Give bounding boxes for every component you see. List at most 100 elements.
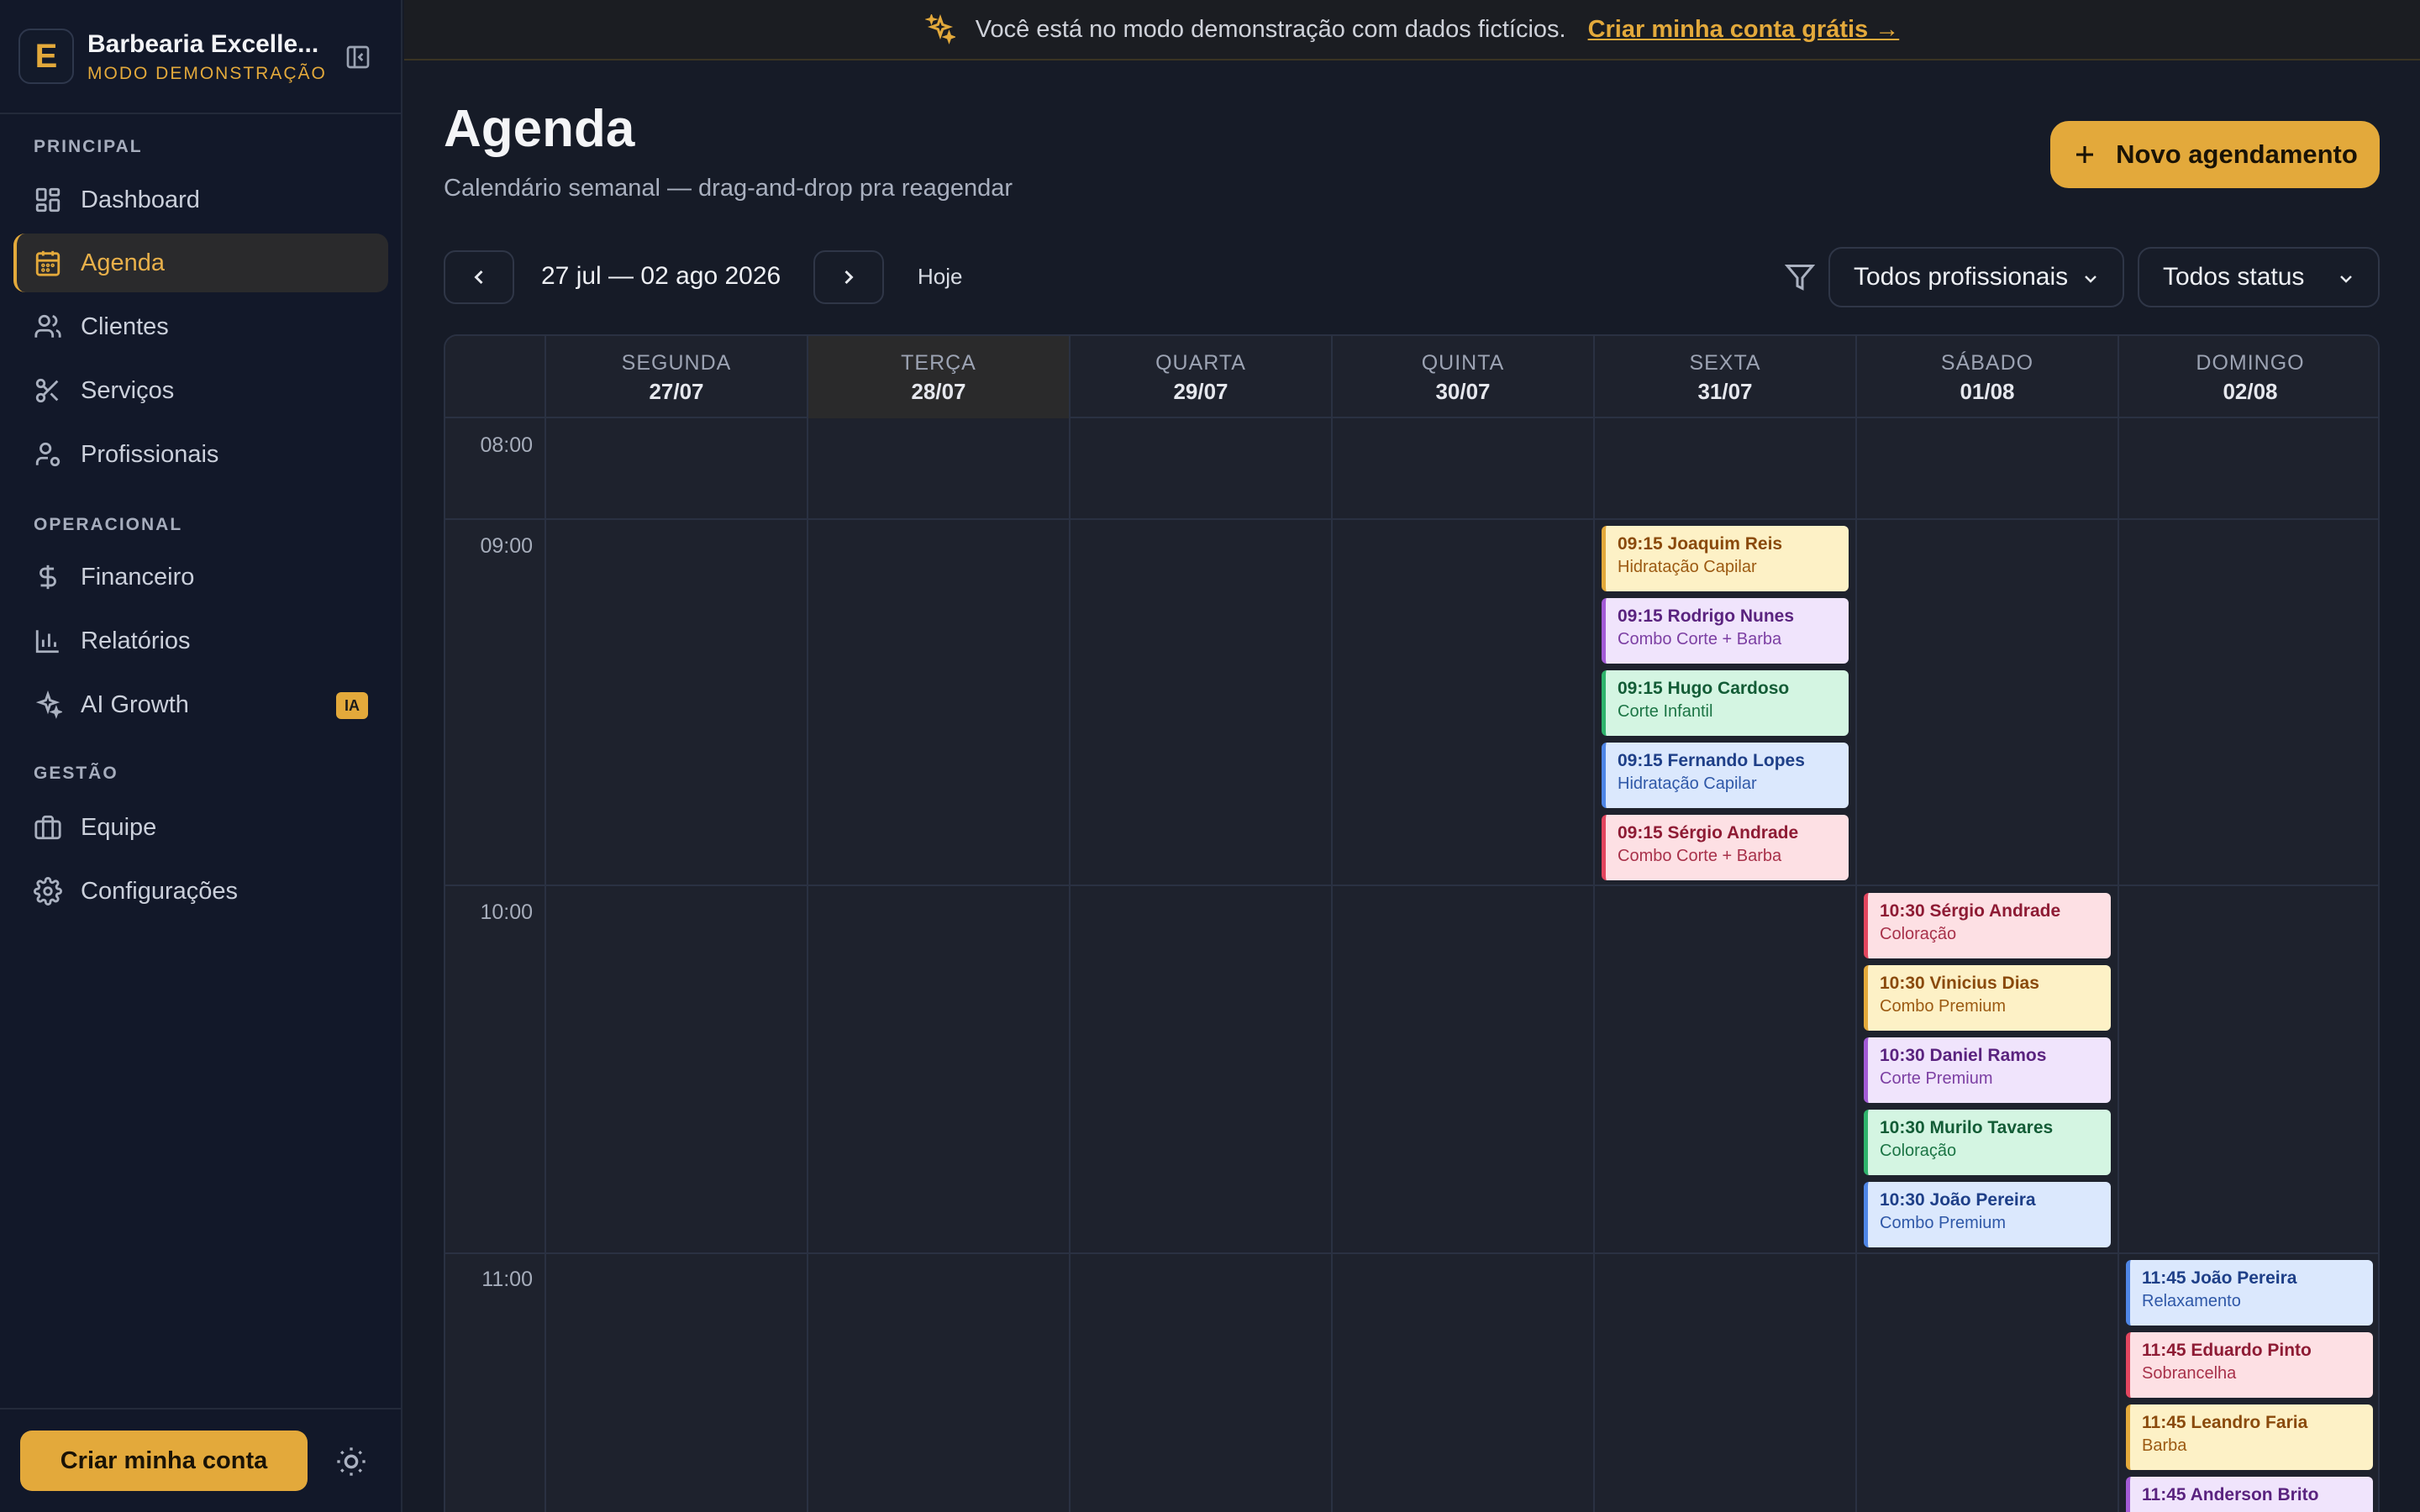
day-date: 02/08 [2223, 379, 2278, 404]
time-label: 11:00 [481, 1268, 533, 1291]
sidebar-item-dashboard[interactable]: Dashboard [13, 171, 388, 229]
hour-divider [445, 1252, 2378, 1254]
appointment-card[interactable]: 11:45 Leandro Faria Barba [2126, 1404, 2373, 1470]
calendar-icon [35, 250, 60, 276]
scissors-icon [35, 378, 59, 403]
professional-filter-select[interactable]: Todos profissionais [1828, 247, 2124, 307]
sidebar-item-agenda[interactable]: Agenda [13, 234, 388, 292]
sidebar-item-label: AI Growth [81, 690, 189, 718]
section-label-gestao: GESTÃO [34, 764, 118, 783]
appointment-card[interactable]: 09:15 Fernando Lopes Hidratação Capilar [1602, 743, 1849, 808]
sidebar-item-configuracoes[interactable]: Configurações [13, 862, 388, 921]
hour-divider [445, 885, 2378, 886]
sidebar-item-clientes[interactable]: Clientes [13, 297, 388, 356]
day-name: SÁBADO [1940, 351, 2034, 375]
brand-logo: E [18, 29, 74, 84]
section-label-principal: PRINCIPAL [34, 137, 143, 156]
date-range-label: 27 jul — 02 ago 2026 [541, 262, 781, 290]
sidebar-item-label: Serviços [81, 376, 175, 404]
page-subtitle: Calendário semanal — drag-and-drop pra r… [444, 175, 1013, 202]
sun-icon[interactable] [334, 1445, 368, 1478]
sidebar-item-label: Dashboard [81, 186, 200, 213]
calendar-header: SEGUNDA 27/07 TERÇA 28/07 QUARTA 29/07 QUIN… [445, 336, 2378, 418]
sidebar-item-label: Agenda [81, 249, 165, 276]
appointment-title: 10:30 Sérgio Andrade [1880, 901, 2061, 921]
appointment-title: 11:45 Anderson Brito [2142, 1485, 2319, 1504]
brand: E Barbearia Excelle... MODO DEMONSTRAÇÃO [18, 29, 388, 86]
hour-divider [445, 518, 2378, 520]
filter-icon [1785, 265, 1815, 291]
dashboard-icon [35, 187, 60, 213]
appointment-card[interactable]: 11:45 Anderson Brito [2126, 1477, 2373, 1512]
sidebar-item-label: Configurações [81, 877, 238, 905]
appointment-title: 09:15 Fernando Lopes [1618, 751, 1805, 770]
new-appointment-button[interactable]: Novo agendamento [2050, 121, 2380, 188]
column-divider [1855, 418, 1857, 1512]
sidebar-item-label: Clientes [81, 312, 169, 340]
day-name: QUINTA [1421, 351, 1505, 375]
day-header-saturday: SÁBADO 01/08 [1855, 336, 2118, 418]
appointment-service: Combo Premium [1880, 997, 2007, 1016]
appointment-card[interactable]: 10:30 Sérgio Andrade Coloração [1864, 893, 2111, 958]
brand-name: Barbearia Excelle... [87, 30, 319, 58]
divider [0, 1408, 402, 1410]
appointment-card[interactable]: 11:45 Eduardo Pinto Sobrancelha [2126, 1332, 2373, 1398]
appointment-card[interactable]: 09:15 Hugo Cardoso Corte Infantil [1602, 670, 1849, 736]
appointment-card[interactable]: 11:45 João Pereira Relaxamento [2126, 1260, 2373, 1326]
day-date: 27/07 [649, 379, 704, 404]
sidebar-item-servicos[interactable]: Serviços [13, 361, 388, 420]
professional-icon [35, 442, 60, 467]
demo-mode-label: MODO DEMONSTRAÇÃO [87, 64, 327, 83]
create-free-account-link[interactable]: Criar minha conta grátis → [1588, 16, 1900, 44]
collapse-sidebar-icon[interactable] [343, 44, 373, 71]
bar-chart-icon [35, 630, 59, 654]
sidebar-item-label: Equipe [81, 813, 157, 841]
appointment-title: 10:30 Daniel Ramos [1880, 1046, 2047, 1065]
create-account-button[interactable]: Criar minha conta [20, 1431, 308, 1491]
appointment-card[interactable]: 10:30 Daniel Ramos Corte Premium [1864, 1037, 2111, 1103]
appointment-card[interactable]: 09:15 Rodrigo Nunes Combo Corte + Barba [1602, 598, 1849, 664]
sidebar-item-ai-growth[interactable]: AI Growth IA [13, 675, 388, 734]
sidebar-item-equipe[interactable]: Equipe [13, 798, 388, 857]
day-date: 30/07 [1435, 379, 1491, 404]
status-filter-select[interactable]: Todos status [2138, 247, 2380, 307]
day-date: 28/07 [911, 379, 966, 404]
time-label: 10:00 [480, 900, 533, 924]
day-name: QUARTA [1155, 351, 1246, 375]
day-name: SEXTA [1689, 351, 1761, 375]
previous-week-button[interactable] [444, 250, 514, 304]
sidebar-item-label: Financeiro [81, 563, 195, 591]
section-label-operacional: OPERACIONAL [34, 515, 183, 534]
time-label: 08:00 [480, 433, 533, 457]
column-divider [544, 418, 546, 1512]
chevron-down-icon [2340, 276, 2352, 283]
sidebar-item-profissionais[interactable]: Profissionais [13, 425, 388, 484]
sparkles-icon [35, 690, 62, 719]
ia-badge: IA [336, 692, 368, 719]
appointment-service: Corte Premium [1880, 1069, 1993, 1088]
sidebar-item-relatorios[interactable]: Relatórios [13, 612, 388, 670]
day-header-wednesday: QUARTA 29/07 [1069, 336, 1331, 418]
day-date: 31/07 [1697, 379, 1753, 404]
day-header-friday: SEXTA 31/07 [1593, 336, 1855, 418]
appointment-card[interactable]: 10:30 Murilo Tavares Coloração [1864, 1110, 2111, 1175]
appointment-service: Corte Infantil [1618, 702, 1713, 721]
appointment-title: 10:30 Murilo Tavares [1880, 1118, 2054, 1137]
sparkles-icon [924, 14, 955, 45]
column-divider [1593, 418, 1595, 1512]
column-divider [1331, 418, 1333, 1512]
day-header-tuesday: TERÇA 28/07 [807, 336, 1069, 418]
appointment-card[interactable]: 10:30 Vinicius Dias Combo Premium [1864, 965, 2111, 1031]
today-button[interactable]: Hoje [918, 264, 962, 290]
appointment-card[interactable]: 09:15 Sérgio Andrade Combo Corte + Barba [1602, 815, 1849, 880]
day-header-monday: SEGUNDA 27/07 [544, 336, 807, 418]
appointment-card[interactable]: 10:30 João Pereira Combo Premium [1864, 1182, 2111, 1247]
appointment-service: Combo Corte + Barba [1618, 630, 1782, 648]
appointment-card[interactable]: 09:15 Joaquim Reis Hidratação Capilar [1602, 526, 1849, 591]
appointment-service: Hidratação Capilar [1618, 774, 1757, 793]
appointment-title: 09:15 Sérgio Andrade [1618, 823, 1799, 843]
day-header-thursday: QUINTA 30/07 [1331, 336, 1593, 418]
sidebar-item-financeiro[interactable]: Financeiro [13, 548, 388, 606]
next-week-button[interactable] [813, 250, 884, 304]
page-title: Agenda [444, 100, 635, 158]
